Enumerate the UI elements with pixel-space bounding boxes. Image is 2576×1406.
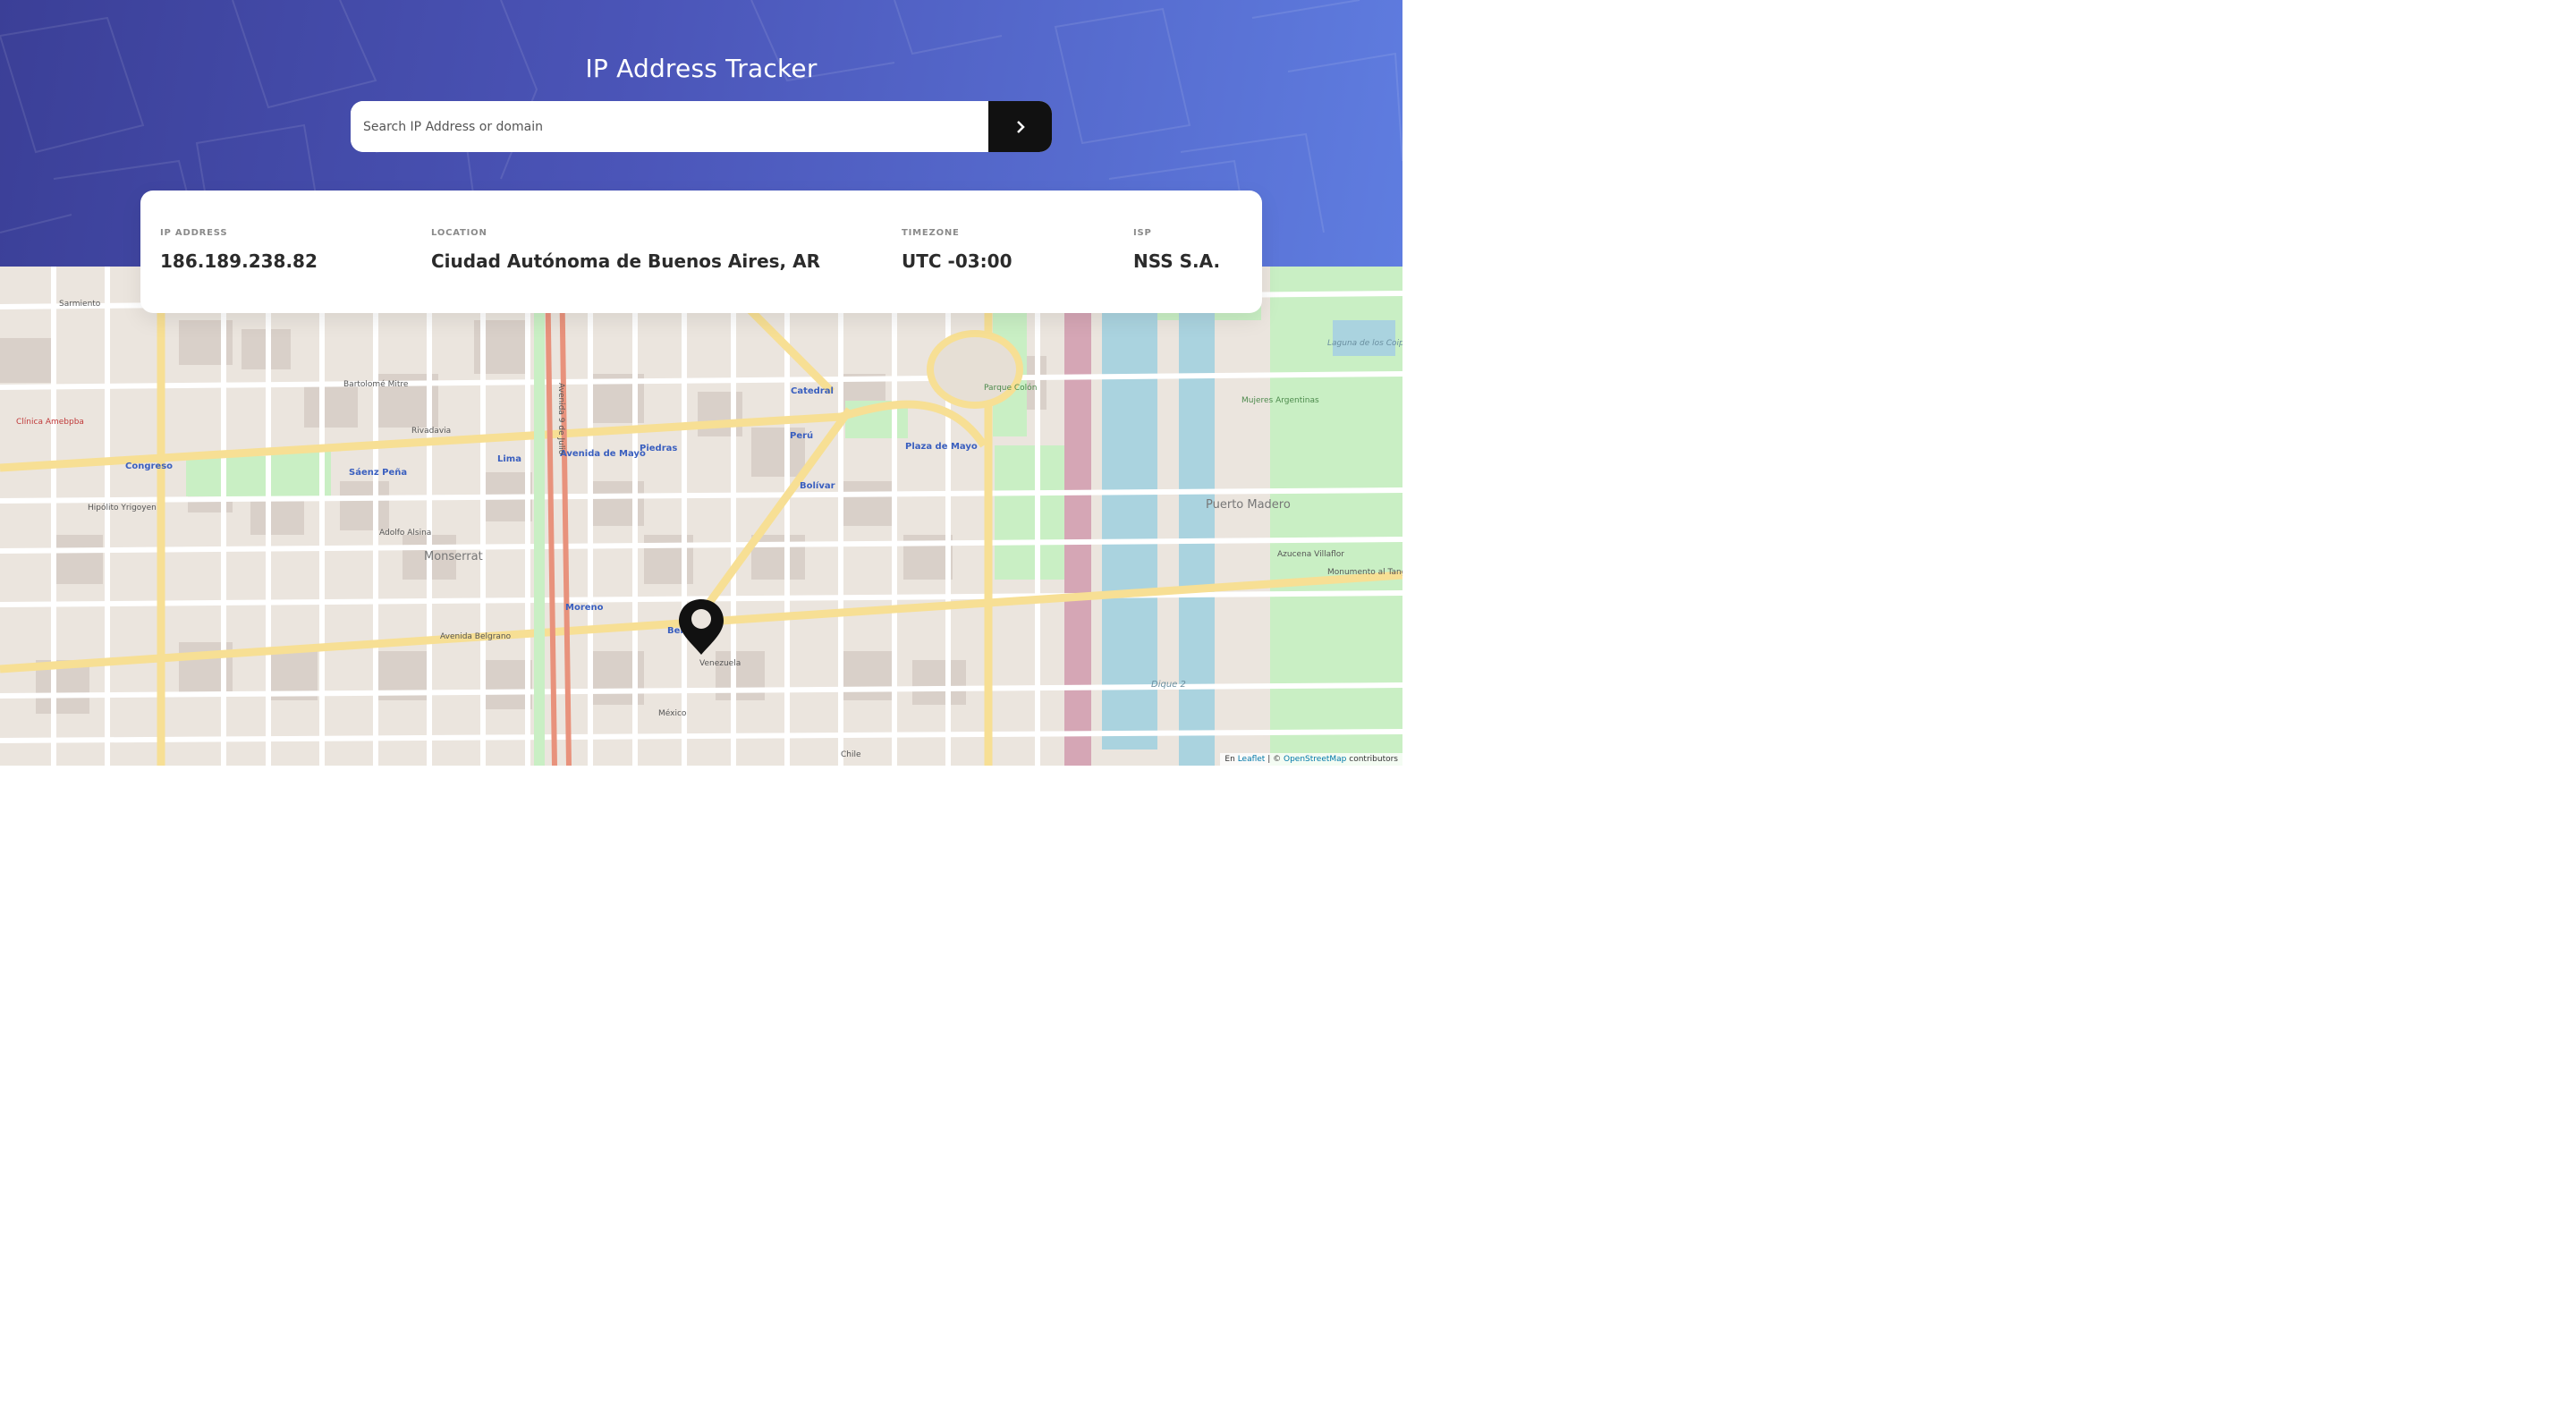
map-label-saenz-pena: Sáenz Peña (349, 467, 407, 478)
location-label: Location (431, 228, 487, 238)
map-attribution: En Leaflet | © OpenStreetMap contributor… (1220, 753, 1402, 766)
map-label-dique2: Dique 2 (1151, 680, 1186, 690)
map-label-avenida-de-mayo: Avenida de Mayo (560, 449, 646, 459)
openstreetmap-link[interactable]: OpenStreetMap (1284, 755, 1346, 764)
chevron-right-icon (1016, 120, 1025, 133)
location-pin-icon[interactable] (677, 597, 725, 656)
attribution-separator: | © (1267, 755, 1282, 764)
map-label-avenida-9-de-julio: Avenida 9 de Julio (556, 383, 565, 455)
map-label-moreno: Moreno (565, 603, 604, 613)
timezone-label: Timezone (902, 228, 960, 238)
map-label-catedral: Catedral (791, 386, 834, 396)
search-bar (351, 101, 1052, 152)
map-label-clinica: Clínica Amebpba (16, 418, 84, 427)
map-label-parque-colon: Parque Colón (984, 383, 1037, 393)
location-value: Ciudad Autónoma de Buenos Aires, AR (431, 250, 820, 272)
search-submit-button[interactable] (988, 101, 1052, 152)
map-label-azucena-villaflor: Azucena Villaflor (1277, 550, 1344, 559)
isp-block: ISP NSS S.A. (1133, 228, 1220, 272)
map-label-bolivar: Bolívar (800, 480, 835, 491)
map-label-hipolito-yrigoyen: Hipólito Yrigoyen (88, 503, 157, 512)
map-label-monserrat: Monserrat (424, 550, 483, 563)
map-label-chile: Chile (841, 750, 861, 759)
leaflet-link[interactable]: Leaflet (1238, 755, 1266, 764)
ip-info-card: IP Address 186.189.238.82 Location Ciuda… (140, 191, 1262, 313)
map-label-bartolome-mitre: Bartolomé Mitre (343, 379, 409, 389)
map-label-rivadavia: Rivadavia (411, 427, 451, 436)
map-tiles[interactable]: Monserrat Puerto Madero Dique 2 Congreso… (0, 267, 1402, 766)
map-label-monumento-tango: Monumento al Tango (1327, 568, 1402, 577)
search-input[interactable] (351, 101, 988, 152)
location-block: Location Ciudad Autónoma de Buenos Aires… (431, 228, 820, 272)
map-label-adolfo-alsina: Adolfo Alsina (379, 529, 431, 538)
map-label-plaza-de-mayo: Plaza de Mayo (905, 442, 978, 452)
ip-address-label: IP Address (160, 228, 228, 238)
map-label-avenida-belgrano: Avenida Belgrano (440, 632, 512, 641)
isp-value: NSS S.A. (1133, 250, 1221, 272)
attribution-suffix: contributors (1349, 755, 1398, 764)
map-label-mexico: México (658, 708, 687, 718)
attribution-prefix: En (1224, 755, 1235, 764)
ip-address-value: 186.189.238.82 (160, 250, 318, 272)
map-label-sarmiento: Sarmiento (59, 300, 101, 309)
page-title: IP Address Tracker (585, 54, 818, 83)
isp-label: ISP (1133, 228, 1152, 238)
map-label-lima: Lima (497, 454, 521, 464)
map[interactable]: Monserrat Puerto Madero Dique 2 Congreso… (0, 267, 1402, 766)
map-label-mujeres-argentinas: Mujeres Argentinas (1241, 396, 1319, 405)
map-label-peru: Perú (790, 430, 813, 441)
ip-address-block: IP Address 186.189.238.82 (160, 228, 318, 272)
map-label-puerto-madero: Puerto Madero (1206, 498, 1291, 512)
timezone-block: Timezone UTC -03:00 (902, 228, 1013, 272)
timezone-value: UTC -03:00 (902, 250, 1013, 272)
map-label-laguna: Laguna de los Coipos (1327, 339, 1402, 348)
map-label-venezuela: Venezuela (699, 659, 741, 668)
map-label-congreso: Congreso (125, 462, 173, 471)
